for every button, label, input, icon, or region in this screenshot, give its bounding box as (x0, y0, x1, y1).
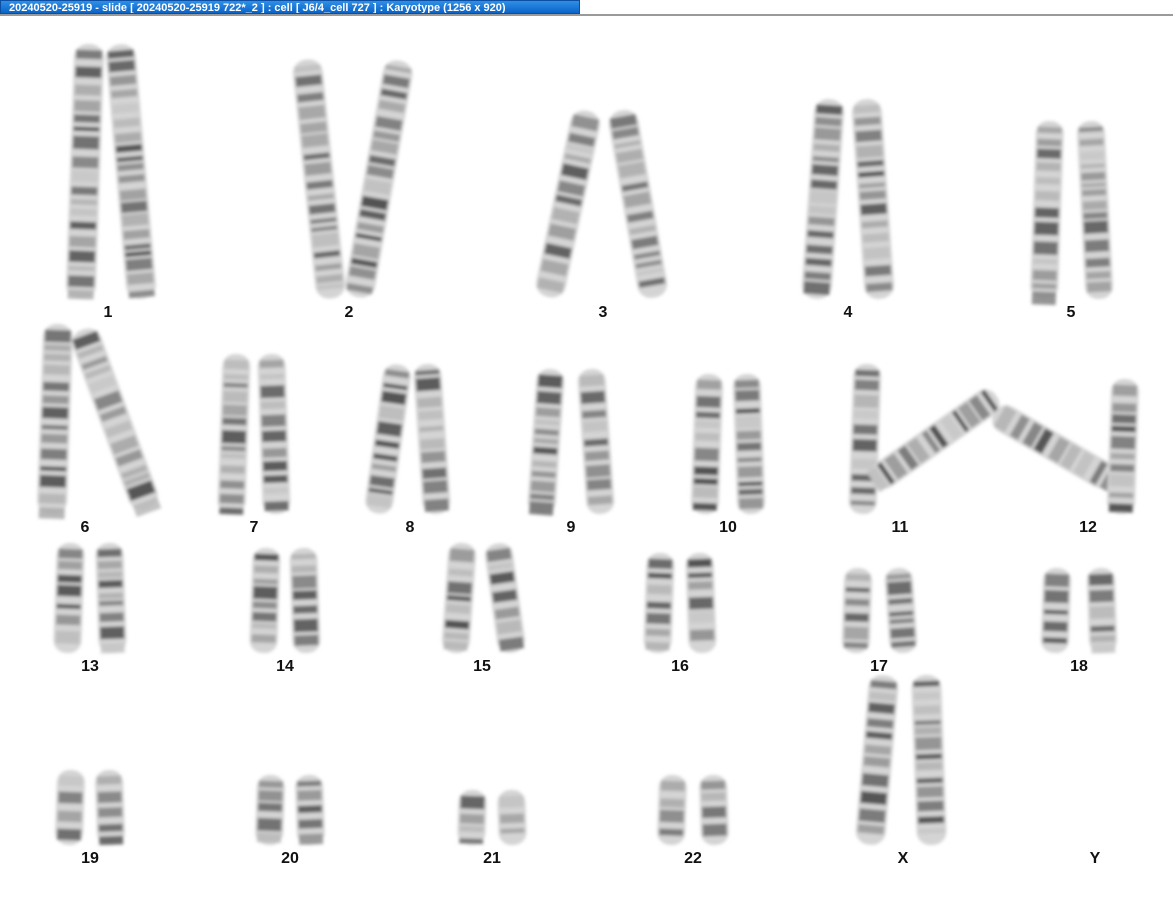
chromosome-4-b (851, 99, 895, 299)
chromosome-18-b (1086, 567, 1118, 654)
chromosome-9-a (527, 369, 565, 516)
chromosome-images (37, 44, 1139, 846)
chromosome-label-17: 17 (870, 658, 888, 675)
chromosome-label-3: 3 (598, 304, 608, 321)
chromosome-4-a (801, 99, 845, 299)
chromosome-19-a (55, 769, 85, 846)
chromosome-12-a (992, 405, 1122, 493)
chromosome-20-b (295, 774, 325, 846)
chromosome-12-b (1107, 378, 1139, 515)
chromosome-label-1: 1 (103, 304, 113, 321)
chromosome-11-b (866, 389, 1000, 493)
chromosome-label-4: 4 (843, 304, 853, 321)
window-title-bar[interactable]: 20240520-25919 - slide [ 20240520-25919 … (0, 0, 580, 14)
chromosome-3-b (608, 109, 668, 299)
chromosome-1-a (66, 44, 104, 300)
chromosome-13-b (95, 542, 127, 654)
chromosome-17-b (884, 567, 918, 654)
chromosome-16-b (685, 552, 717, 654)
chromosome-15-a (442, 543, 476, 653)
chromosome-label-11: 11 (891, 519, 909, 536)
chromosome-9-b (577, 369, 615, 514)
chromosome-label-22: 22 (684, 850, 702, 867)
chromosome-label-19: 19 (81, 850, 99, 867)
chromosome-label-5: 5 (1066, 304, 1076, 321)
chromosome-label-y: Y (1089, 850, 1101, 867)
chromosome-label-9: 9 (566, 519, 576, 536)
chromosome-label-6: 6 (80, 519, 90, 536)
chromosome-label-14: 14 (276, 658, 294, 675)
chromosome-5-b (1077, 121, 1113, 299)
chromosome-10-b (733, 373, 765, 515)
chromosome-11-a (848, 363, 882, 515)
chromosome-label-18: 18 (1070, 658, 1088, 675)
chromosome-16-a (643, 552, 675, 654)
chromosome-label-21: 21 (483, 850, 501, 867)
chromosome-label-16: 16 (671, 658, 689, 675)
chromosome-label-12: 12 (1079, 519, 1097, 536)
chromosome-label-20: 20 (281, 850, 299, 867)
chromosome-18-a (1040, 567, 1072, 654)
chromosome-label-7: 7 (249, 519, 259, 536)
chromosome-10-a (691, 373, 723, 515)
chromosome-7-a (217, 353, 251, 515)
chromosome-8-a (365, 364, 411, 514)
window-title: 20240520-25919 - slide [ 20240520-25919 … (9, 2, 506, 14)
chromosome-6-b (72, 328, 162, 517)
chromosome-label-10: 10 (719, 519, 737, 536)
chromosome-17-a (841, 567, 873, 654)
chromosome-8-b (413, 364, 451, 514)
chromosome-5-a (1030, 121, 1064, 306)
chromosome-2-a (292, 59, 346, 299)
chromosome-14-a (249, 547, 281, 654)
chromosome-X-b (911, 674, 947, 846)
chromosome-label-8: 8 (405, 519, 415, 536)
chromosome-15-b (485, 543, 525, 653)
chromosome-13-a (53, 542, 85, 654)
chromosome-22-a (657, 774, 687, 846)
chromosome-3-a (536, 110, 600, 298)
chromosome-21-a (457, 789, 487, 846)
chromosome-label-13: 13 (81, 658, 99, 675)
chromosome-1-b (106, 44, 156, 299)
chromosome-2-b (345, 60, 413, 298)
chromosome-20-a (255, 774, 285, 846)
chromosome-label-x: X (897, 850, 909, 867)
chromosome-X-a (855, 675, 899, 845)
chromosome-21-b (497, 789, 527, 846)
karyotype-canvas: 1 2 3 4 5 6 7 8 9 10 11 12 13 14 15 16 17 18 19 20 21 22 X Y (0, 16, 1173, 901)
chromosome-label-15: 15 (473, 658, 491, 675)
chromosome-14-b (289, 547, 321, 654)
chromosome-label-2: 2 (344, 304, 354, 321)
chromosome-7-b (257, 353, 291, 515)
chromosome-22-b (699, 774, 729, 846)
chromosome-6-a (37, 324, 73, 520)
chromosome-19-b (95, 769, 125, 846)
